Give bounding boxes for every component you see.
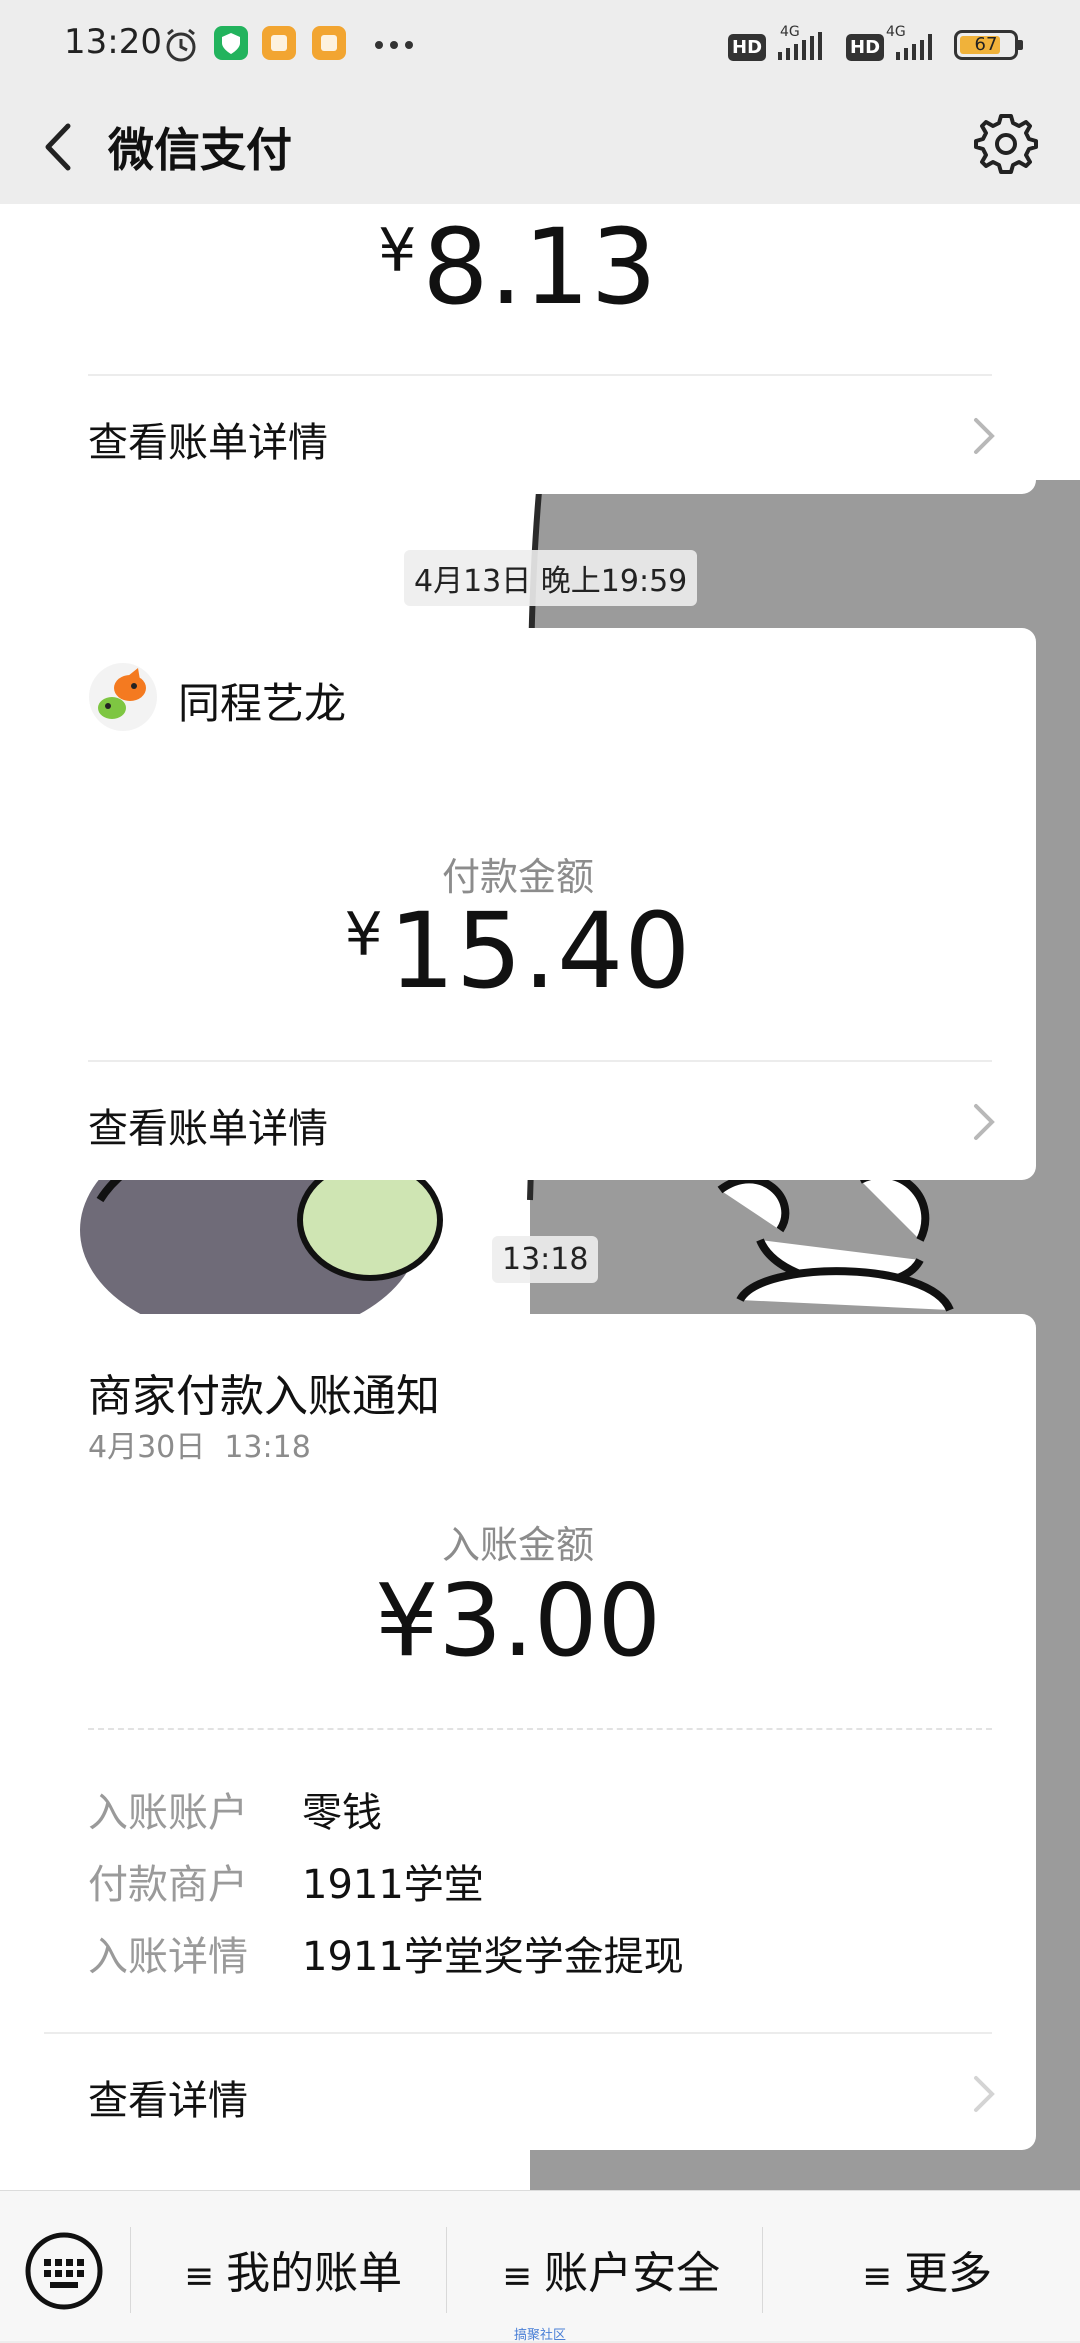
message-timestamp: 13:18 — [492, 1236, 599, 1283]
merchant-name: 同程艺龙 — [178, 679, 347, 728]
notification-card: 商家付款入账通知 4月30日 13:18 入账金额 ¥3.00 入账账户 零钱 … — [0, 1314, 1036, 2150]
merchant-logo — [89, 663, 157, 731]
chevron-right-icon — [974, 2076, 995, 2112]
payment-card-1: ¥8.13 查看账单详情 — [0, 204, 1036, 494]
amount-label-3: 入账金额 — [441, 1523, 594, 1567]
battery-icon: 67 — [954, 30, 1023, 60]
menu-separator — [762, 2227, 763, 2313]
chevron-right-icon — [974, 418, 995, 454]
alarm-icon — [166, 28, 196, 62]
nav-bar: 微信支付 — [0, 92, 1080, 204]
amount-value-3: ¥3.00 — [374, 1562, 662, 1679]
view-bill-link-2[interactable]: 查看账单详情 — [0, 1062, 1036, 1180]
battery-level: 67 — [974, 34, 998, 55]
detail-key: 入账详情 — [88, 1934, 248, 1980]
view-bill-label: 查看账单详情 — [88, 420, 328, 466]
view-details-link[interactable]: 查看详情 — [0, 2034, 1036, 2150]
signal-icon-left — [778, 32, 822, 60]
notes-app-icon-2 — [312, 26, 346, 60]
hamburger-icon: ≡ — [862, 2256, 893, 2297]
signal-icon-right — [896, 34, 932, 60]
security-app-icon — [214, 26, 248, 60]
detail-value: 零钱 — [302, 1790, 382, 1836]
menu-account-security[interactable]: ≡ 账户安全 — [502, 2237, 720, 2301]
watermark: 搞聚社区 — [514, 2328, 567, 2343]
back-arrow-icon[interactable] — [36, 112, 106, 182]
detail-value: 1911学堂 — [302, 1862, 484, 1908]
detail-key: 付款商户 — [88, 1862, 248, 1908]
notes-app-icon — [262, 26, 296, 60]
bottom-menu-bar: ≡ 我的账单 ≡ 账户安全 ≡ 更多 — [0, 2190, 1080, 2341]
payment-card-2: 同程艺龙 付款金额 ¥15.40 查看账单详情 — [0, 628, 1036, 1180]
status-time: 13:20 — [64, 22, 162, 62]
view-bill-label: 查看账单详情 — [88, 1106, 328, 1152]
menu-separator — [446, 2227, 447, 2313]
keyboard-icon[interactable] — [22, 2229, 106, 2313]
more-notifications-icon — [375, 41, 413, 49]
notification-title: 商家付款入账通知 — [88, 1371, 440, 1422]
detail-key: 入账账户 — [88, 1790, 248, 1836]
hamburger-icon: ≡ — [502, 2256, 533, 2297]
chevron-right-icon — [974, 1104, 995, 1140]
amount-value-1: 8.13 — [422, 206, 658, 328]
amount-display-2: ¥15.40 — [344, 890, 692, 1012]
hamburger-icon: ≡ — [184, 2256, 215, 2297]
menu-my-bills[interactable]: ≡ 我的账单 — [184, 2237, 402, 2301]
page-title: 微信支付 — [108, 123, 292, 177]
notification-subtitle: 4月30日 13:18 — [88, 1430, 311, 1465]
message-timestamp: 4月13日 晚上19:59 — [404, 550, 698, 606]
amount-value-2: 15.40 — [388, 890, 692, 1012]
menu-separator — [130, 2227, 131, 2313]
view-bill-link-1[interactable]: 查看账单详情 — [0, 376, 1036, 494]
gear-icon[interactable] — [970, 106, 1042, 178]
menu-more[interactable]: ≡ 更多 — [862, 2237, 992, 2301]
detail-value: 1911学堂奖学金提现 — [302, 1934, 684, 1980]
status-bar: 13:20 HD 4G HD 4G 67 — [0, 0, 1080, 92]
hd-badge-left: HD — [728, 34, 767, 61]
view-details-label: 查看详情 — [88, 2078, 248, 2124]
hd-badge-right: HD — [846, 34, 885, 61]
amount-display-1: ¥8.13 — [378, 206, 658, 328]
dashed-divider — [88, 1728, 992, 1730]
